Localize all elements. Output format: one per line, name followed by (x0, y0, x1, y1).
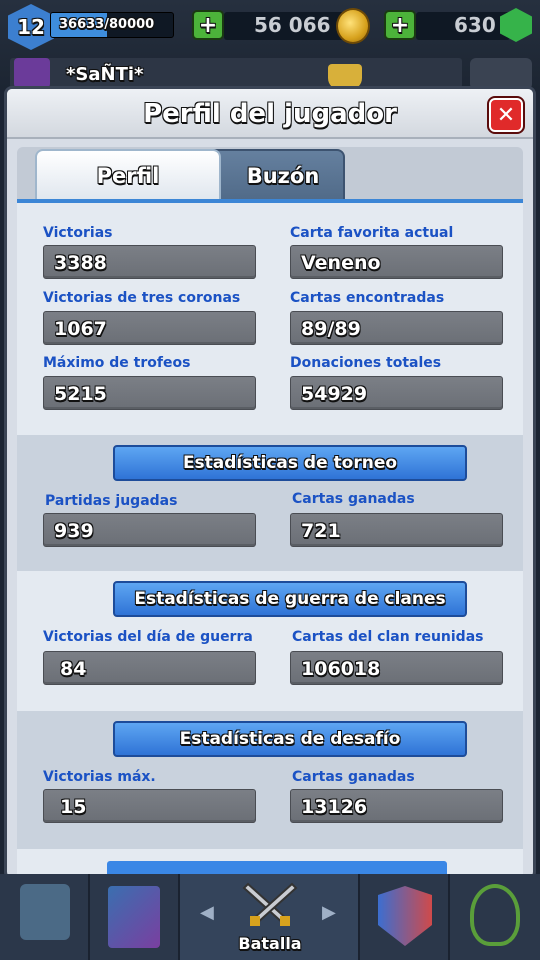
stat-value-box: Veneno (290, 245, 503, 279)
close-icon: ✕ (496, 102, 516, 128)
clan-badge-icon (14, 58, 50, 88)
battle-swords-icon (240, 880, 300, 930)
stat-value-box: 13126 (290, 789, 503, 823)
stat-label: Donaciones totales (290, 355, 442, 371)
gems-amount: 630 (454, 13, 496, 37)
close-button[interactable]: ✕ (489, 98, 523, 132)
stat-value-box: 939 (43, 513, 256, 547)
stat-value: 89/89 (301, 318, 361, 340)
stat-value: Veneno (301, 252, 381, 274)
shop-chest-icon (20, 884, 70, 940)
clan-war-ribbon: Estadísticas de guerra de clanes (113, 581, 467, 617)
stat-value: 15 (60, 796, 87, 818)
xp-text: 36633/80000 (59, 17, 155, 32)
tournament-section: Estadísticas de torneo Partidas jugadas … (17, 435, 523, 571)
section-title: Estadísticas de guerra de clanes (134, 589, 446, 609)
general-stats-section: Victorias 3388 Carta favorita actual Ven… (17, 203, 523, 435)
stat-label: Victorias (43, 225, 113, 241)
stat-value-box: 89/89 (290, 311, 503, 345)
challenge-ribbon: Estadísticas de desafío (113, 721, 467, 757)
tab-label: Buzón (246, 164, 320, 188)
stat-value-box: 5215 (43, 376, 256, 410)
challenge-section: Estadísticas de desafío Victorias máx. 1… (17, 711, 523, 849)
modal-header: Perfil del jugador ✕ (7, 89, 533, 139)
player-name: *SaÑTi* (66, 64, 144, 85)
modal-title: Perfil del jugador (143, 99, 397, 129)
tab-label: Perfil (96, 164, 160, 188)
tournament-sword-icon (470, 884, 520, 946)
gold-coin-icon (336, 8, 370, 44)
stat-value-box: 106018 (290, 651, 503, 685)
stat-label: Cartas ganadas (292, 769, 415, 785)
nav-arrow-left-icon[interactable]: ◀ (200, 902, 214, 923)
plus-icon: + (390, 12, 410, 38)
stat-value: 1067 (54, 318, 107, 340)
stat-value: 13126 (301, 796, 368, 818)
profile-content[interactable]: Victorias 3388 Carta favorita actual Ven… (17, 199, 523, 877)
stat-value: 106018 (301, 658, 381, 680)
buy-gold-button[interactable]: + (192, 10, 224, 40)
stat-value-box: 84 (43, 651, 256, 685)
stat-label: Partidas jugadas (45, 493, 178, 509)
level-number: 12 (17, 15, 45, 39)
nav-battle-label: Batalla (238, 934, 302, 953)
section-title: Estadísticas de torneo (182, 453, 398, 473)
nav-arrow-right-icon[interactable]: ▶ (322, 902, 336, 923)
stat-value-box: 721 (290, 513, 503, 547)
gold-amount: 56 066 (254, 13, 331, 37)
nav-clan[interactable] (360, 874, 450, 960)
top-hud: 12 36633/80000 + 56 066 + 630 *SaÑTi* (0, 0, 540, 90)
nav-shop[interactable] (0, 874, 90, 960)
stat-value: 721 (301, 520, 341, 542)
stat-value-box: 15 (43, 789, 256, 823)
clan-war-section: Estadísticas de guerra de clanes Victori… (17, 571, 523, 711)
stat-value-box: 3388 (43, 245, 256, 279)
tab-perfil[interactable]: Perfil (35, 149, 221, 201)
plus-icon: + (198, 12, 218, 38)
stat-label: Cartas encontradas (290, 290, 445, 306)
tournament-ribbon: Estadísticas de torneo (113, 445, 467, 481)
player-profile-modal: Perfil del jugador ✕ Buzón Perfil Victor… (4, 86, 536, 880)
stat-label: Cartas ganadas (292, 491, 415, 507)
stat-value: 54929 (301, 383, 368, 405)
stat-value-box: 1067 (43, 311, 256, 345)
stat-value: 939 (54, 520, 94, 542)
stat-value: 5215 (54, 383, 107, 405)
level-shield-icon: 12 (8, 4, 54, 50)
stat-label: Carta favorita actual (290, 225, 454, 241)
stat-value: 84 (60, 658, 87, 680)
stat-label: Victorias de tres coronas (43, 290, 241, 306)
nav-cards[interactable] (90, 874, 180, 960)
stat-label: Victorias del día de guerra (43, 629, 253, 645)
buy-gems-button[interactable]: + (384, 10, 416, 40)
stat-value: 3388 (54, 252, 107, 274)
stat-value-box: 54929 (290, 376, 503, 410)
stat-label: Cartas del clan reunidas (292, 629, 484, 645)
section-title: Estadísticas de desafío (179, 729, 401, 749)
cards-icon (108, 886, 160, 948)
stat-label: Máximo de trofeos (43, 355, 191, 371)
clan-icon (378, 886, 432, 946)
xp-bar: 36633/80000 (50, 12, 174, 38)
nav-tournaments[interactable] (450, 874, 540, 960)
stat-label: Victorias máx. (43, 769, 156, 785)
